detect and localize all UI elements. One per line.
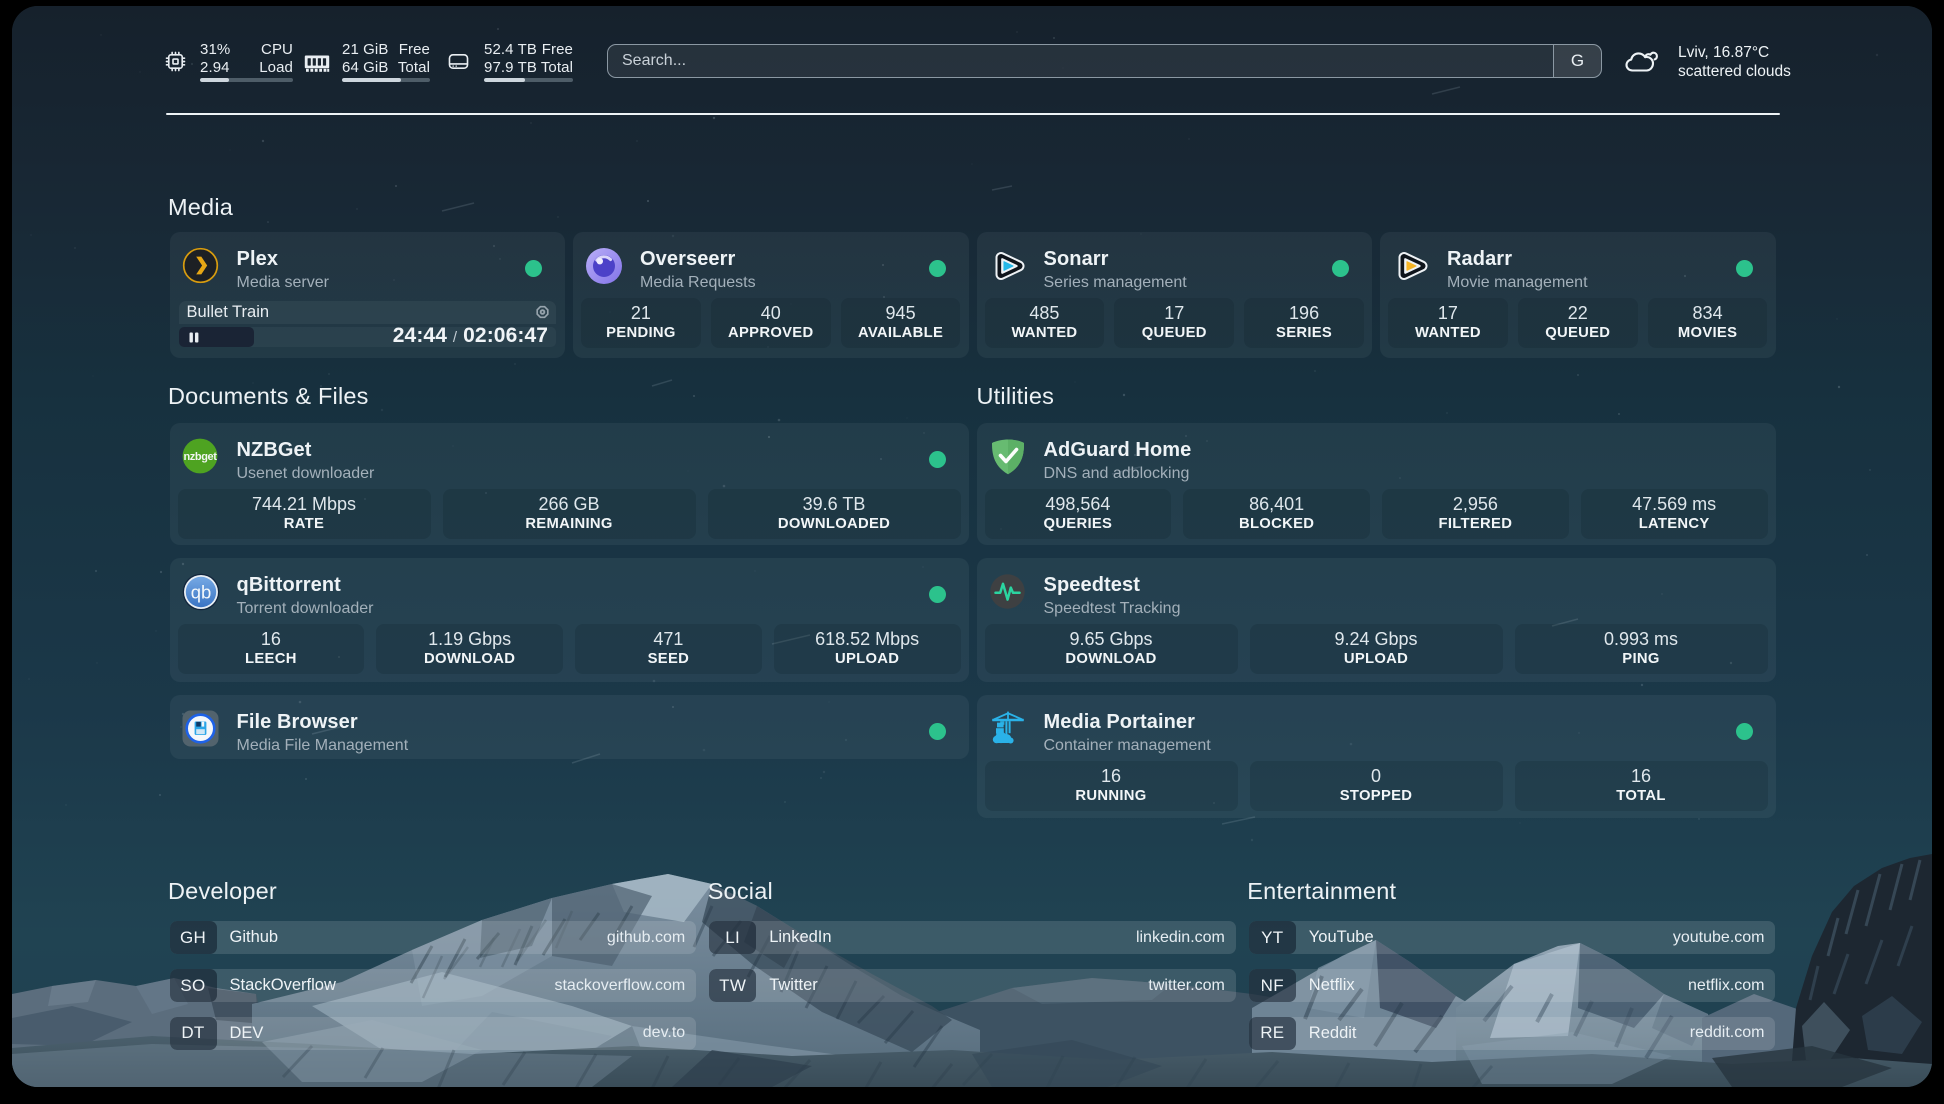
svg-text:qb: qb — [190, 581, 211, 602]
svg-text:nzbget: nzbget — [183, 451, 217, 463]
